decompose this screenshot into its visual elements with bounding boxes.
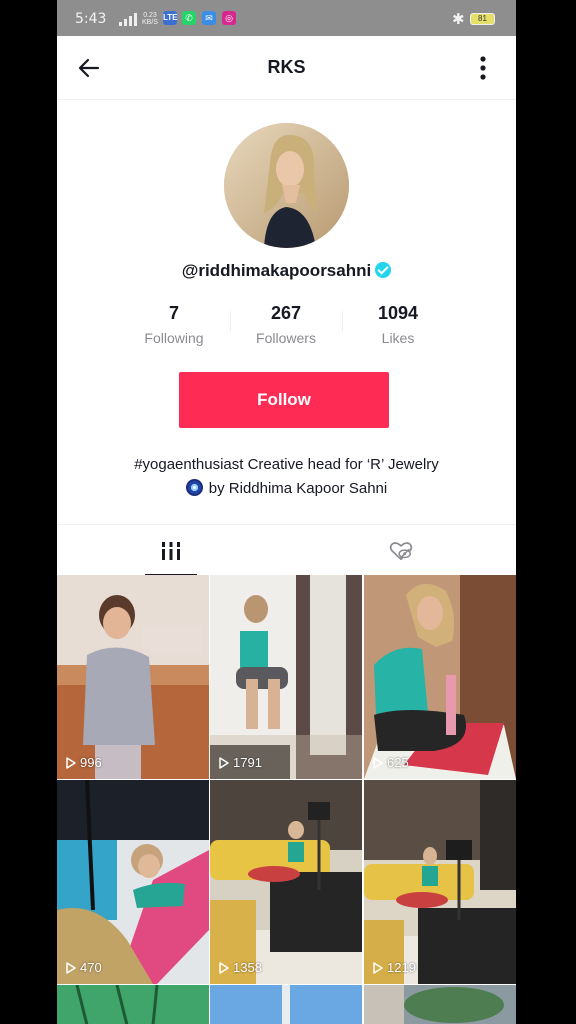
view-count-text: 1791 (233, 755, 262, 770)
view-count: 1358 (219, 960, 262, 975)
following-label: Following (144, 330, 204, 346)
video-thumbnail[interactable]: 1358 (210, 780, 362, 984)
play-icon (219, 756, 229, 769)
video-thumbnail-image (364, 575, 516, 779)
video-thumbnail[interactable]: 625 (364, 575, 516, 779)
whatsapp-icon: ✆ (182, 11, 196, 25)
followers-label: Followers (256, 330, 316, 346)
video-thumbnail[interactable] (210, 985, 362, 1024)
video-thumbnail[interactable]: 1791 (210, 575, 362, 779)
profile-stats: 7 Following 267 Followers 1094 Likes (57, 303, 516, 353)
verified-badge-icon (375, 262, 392, 278)
username-text: @riddhimakapoorsahni (181, 261, 372, 280)
video-thumbnail[interactable]: 996 (57, 575, 209, 779)
video-thumbnail-image (57, 985, 209, 1024)
avatar[interactable] (224, 123, 349, 248)
volte-icon: LTE (163, 11, 178, 25)
video-thumbnail-image (364, 985, 516, 1024)
tiktok-profile-screen: 5:43 0.23 KB/S LTE ✆ ✉ ◎ ✱ 81 RKS @riddh… (57, 0, 516, 1024)
network-speed: 0.23 KB/S (142, 12, 158, 26)
profile-tabs (57, 524, 516, 576)
video-thumbnail[interactable]: 470 (57, 780, 209, 984)
instagram-icon: ◎ (222, 11, 236, 25)
stat-followers[interactable]: 267 Followers (231, 303, 341, 346)
video-thumbnail-image (210, 985, 362, 1024)
top-nav-bar: RKS (57, 36, 516, 100)
bio-line-1: #yogaenthusiast Creative head for ‘R’ Je… (134, 456, 439, 473)
view-count-text: 470 (80, 960, 102, 975)
messenger-icon: ✉ (202, 11, 216, 25)
video-thumbnail-image (57, 780, 209, 984)
view-count-text: 996 (80, 755, 102, 770)
play-icon (373, 961, 383, 974)
play-icon (373, 756, 383, 769)
view-count: 996 (66, 755, 102, 770)
video-thumbnail[interactable] (364, 985, 516, 1024)
battery-indicator: 81 (470, 13, 495, 25)
status-time: 5:43 (75, 11, 107, 27)
videos-grid-icon (161, 542, 181, 560)
play-icon (66, 961, 76, 974)
signal-icon (119, 13, 137, 26)
view-count: 470 (66, 960, 102, 975)
view-count-text: 1358 (233, 960, 262, 975)
stat-divider (230, 311, 231, 331)
username: @riddhimakapoorsahni (57, 261, 516, 281)
stat-likes[interactable]: 1094 Likes (343, 303, 453, 346)
tab-videos[interactable] (57, 525, 286, 576)
video-thumbnail[interactable] (57, 985, 209, 1024)
view-count: 1219 (373, 960, 416, 975)
play-icon (219, 961, 229, 974)
liked-hidden-icon (389, 542, 413, 561)
bio-line-2: by Riddhima Kapoor Sahni (57, 479, 516, 497)
video-thumbnail-image (210, 575, 362, 779)
likes-label: Likes (381, 330, 415, 346)
followers-count: 267 (270, 303, 302, 323)
video-thumbnail-image (57, 575, 209, 779)
evil-eye-emoji-icon (185, 479, 203, 496)
tab-liked[interactable] (287, 525, 516, 575)
more-options-icon[interactable] (475, 55, 491, 81)
view-count: 625 (373, 755, 409, 770)
bio-line-2-text: by Riddhima Kapoor Sahni (208, 480, 388, 497)
view-count-text: 1219 (387, 960, 416, 975)
video-thumbnail[interactable]: 1219 (364, 780, 516, 984)
bluetooth-icon: ✱ (452, 11, 465, 28)
follow-button[interactable]: Follow (179, 372, 389, 428)
video-thumbnail-image (210, 780, 362, 984)
page-title: RKS (267, 57, 306, 77)
likes-count: 1094 (377, 303, 419, 323)
view-count: 1791 (219, 755, 262, 770)
video-thumbnail-image (364, 780, 516, 984)
following-count: 7 (168, 303, 179, 323)
play-icon (66, 756, 76, 769)
status-bar: 5:43 0.23 KB/S LTE ✆ ✉ ◎ ✱ 81 (57, 0, 516, 36)
stat-following[interactable]: 7 Following (119, 303, 229, 346)
view-count-text: 625 (387, 755, 409, 770)
stat-divider (342, 311, 343, 331)
